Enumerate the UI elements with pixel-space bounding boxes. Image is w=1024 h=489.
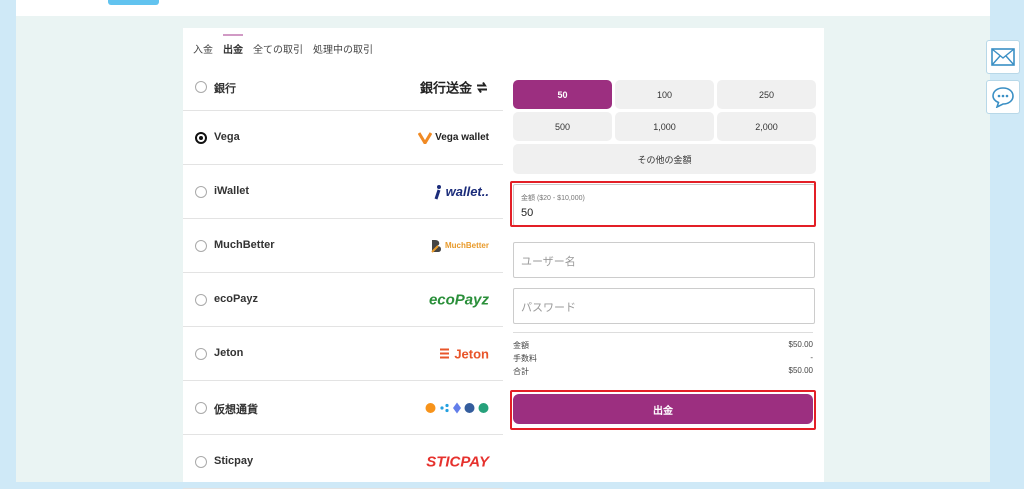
method-sticpay[interactable]: Sticpay STICPAY	[183, 435, 503, 489]
jeton-stripes-icon	[440, 348, 450, 359]
withdraw-highlight-box	[510, 390, 816, 430]
method-name: Vega	[214, 130, 240, 143]
top-button-stub[interactable]	[108, 0, 159, 5]
method-name: Jeton	[214, 346, 244, 359]
ethereum-icon	[453, 402, 461, 413]
username-placeholder: ユーザー名	[521, 256, 576, 268]
tab-all-transactions[interactable]: 全ての取引	[253, 38, 303, 56]
summary-fee-row: 手数料 -	[513, 353, 813, 366]
radio-button[interactable]	[195, 401, 207, 414]
radio-button[interactable]	[195, 131, 207, 144]
summary-value: $50.00	[788, 340, 813, 349]
summary-value: -	[810, 353, 813, 362]
bitcoin-icon	[425, 402, 436, 413]
muchbetter-logo: MuchBetter	[430, 239, 489, 253]
iwallet-i-icon	[434, 184, 441, 199]
chat-button[interactable]	[986, 80, 1020, 114]
amount-highlight-box	[510, 181, 816, 227]
summary-value: $50.00	[788, 366, 813, 375]
bank-transfer-logo: 銀行送金	[420, 78, 489, 97]
vega-v-icon	[418, 131, 433, 144]
vega-wallet-logo: Vega wallet	[418, 131, 489, 144]
chat-icon	[992, 87, 1014, 108]
method-name: iWallet	[214, 184, 250, 197]
payment-method-list: 銀行 銀行送金 Vega Vega wallet iWallet wallet.…	[183, 64, 503, 489]
method-name: 仮想通貨	[214, 403, 258, 416]
tab-withdraw[interactable]: 出金	[223, 34, 243, 56]
method-jeton[interactable]: Jeton Jeton	[183, 327, 503, 381]
mail-button[interactable]	[986, 40, 1020, 74]
method-iwallet[interactable]: iWallet wallet..	[183, 165, 503, 219]
summary-label: 合計	[513, 367, 529, 376]
amount-preset-100[interactable]: 100	[615, 80, 714, 109]
amount-preset-grid: 50 100 250 500 1,000 2,000 その他の金額	[513, 80, 816, 174]
top-bar	[16, 0, 990, 16]
other-amount-button[interactable]: その他の金額	[513, 144, 816, 174]
summary-amount-row: 金額 $50.00	[513, 340, 813, 353]
method-ecopayz[interactable]: ecoPayz ecoPayz	[183, 273, 503, 327]
radio-button[interactable]	[195, 347, 207, 360]
radio-button[interactable]	[195, 185, 207, 198]
summary-label: 手数料	[513, 354, 537, 363]
radio-button[interactable]	[195, 81, 207, 93]
iwallet-logo: wallet..	[433, 184, 489, 200]
method-crypto[interactable]: 仮想通貨	[183, 381, 503, 435]
crypto-coins-logo	[425, 402, 489, 413]
username-input[interactable]: ユーザー名	[513, 242, 815, 278]
litecoin-icon	[464, 402, 475, 413]
method-name: 銀行	[214, 83, 236, 95]
radio-button[interactable]	[195, 239, 207, 252]
radio-button[interactable]	[195, 293, 207, 306]
method-name: ecoPayz	[214, 292, 259, 305]
ripple-icon	[440, 403, 449, 412]
method-vega[interactable]: Vega Vega wallet	[183, 111, 503, 165]
sticpay-logo: STICPAY	[426, 453, 489, 470]
transfer-arrows-icon	[477, 81, 487, 93]
withdraw-form: 50 100 250 500 1,000 2,000 その他の金額 金額 ($2…	[510, 80, 816, 430]
password-placeholder: パスワード	[521, 302, 576, 314]
method-muchbetter[interactable]: MuchBetter MuchBetter	[183, 219, 503, 273]
mail-icon	[991, 48, 1015, 66]
radio-button[interactable]	[195, 455, 207, 468]
jeton-logo: Jeton	[439, 346, 489, 361]
tab-deposit[interactable]: 入金	[193, 38, 213, 56]
tab-bar: 入金 出金 全ての取引 処理中の取引	[193, 34, 373, 56]
summary-label: 金額	[513, 341, 529, 350]
method-name: Sticpay	[214, 454, 254, 467]
amount-preset-500[interactable]: 500	[513, 112, 612, 141]
ecopayz-logo: ecoPayz	[428, 291, 489, 308]
tether-icon	[478, 402, 489, 413]
method-bank[interactable]: 銀行 銀行送金	[183, 64, 503, 111]
amount-preset-50[interactable]: 50	[513, 80, 612, 109]
method-name: MuchBetter	[214, 238, 275, 251]
muchbetter-b-icon	[431, 239, 441, 253]
amount-preset-250[interactable]: 250	[717, 80, 816, 109]
amount-preset-2000[interactable]: 2,000	[717, 112, 816, 141]
withdraw-summary: 金額 $50.00 手数料 - 合計 $50.00	[513, 332, 813, 379]
password-input[interactable]: パスワード	[513, 288, 815, 324]
amount-preset-1000[interactable]: 1,000	[615, 112, 714, 141]
cashier-panel: 入金 出金 全ての取引 処理中の取引 銀行 銀行送金 Vega Vega wal…	[183, 28, 824, 489]
summary-total-row: 合計 $50.00	[513, 366, 813, 379]
tab-pending-transactions[interactable]: 処理中の取引	[313, 38, 373, 56]
